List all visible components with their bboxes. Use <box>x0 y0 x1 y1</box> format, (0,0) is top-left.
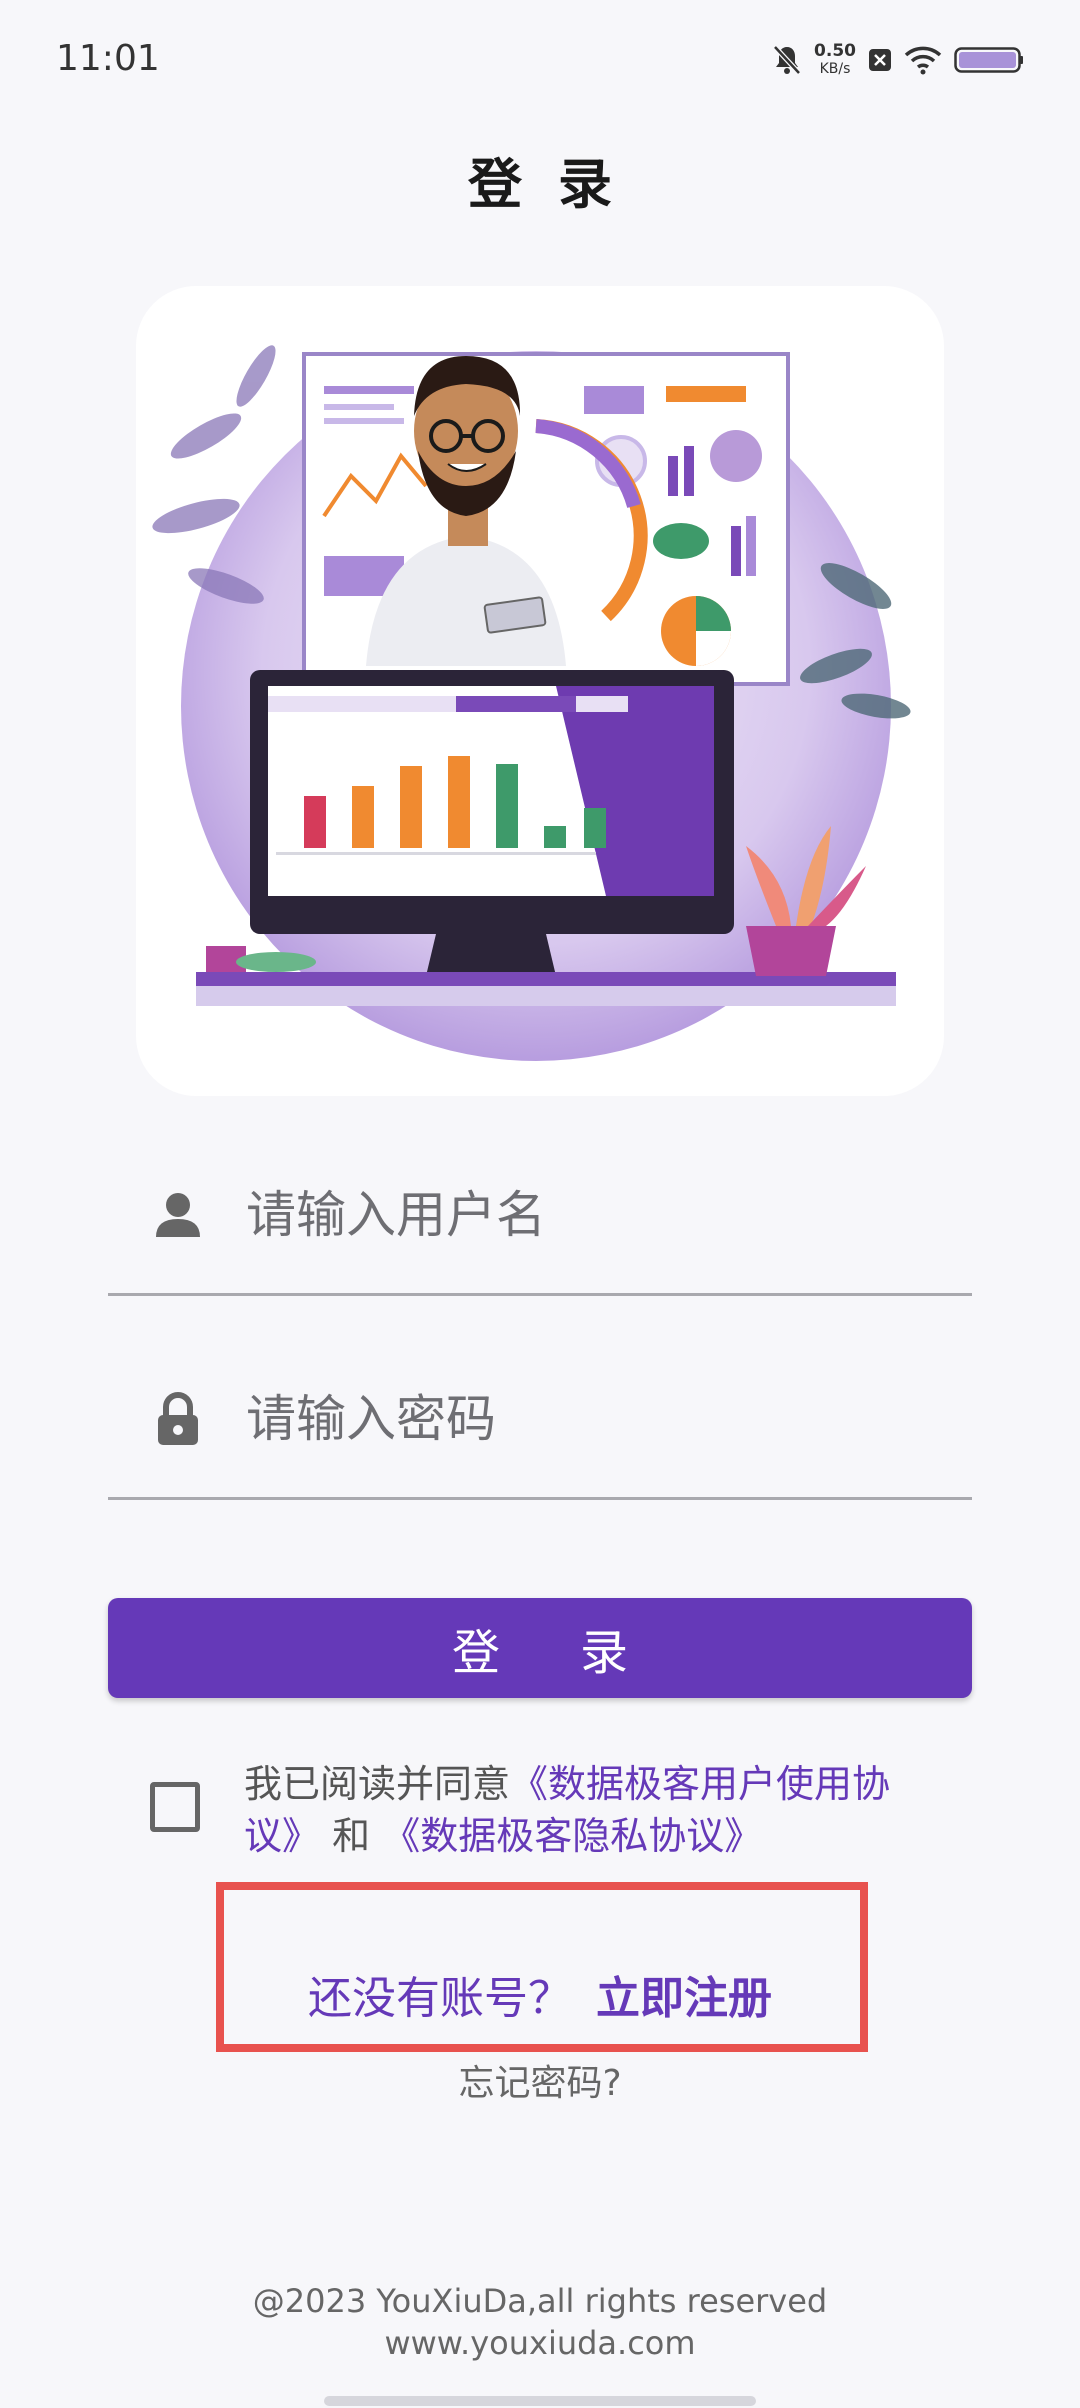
status-bar: 11:01 0.50 KB/s <box>0 0 1080 120</box>
register-prompt: 还没有账号？ <box>308 1973 572 2024</box>
footer: @2023 YouXiuDa,all rights reserved www.y… <box>0 2280 1080 2364</box>
login-button[interactable]: 登录 <box>108 1598 972 1698</box>
mute-icon <box>772 44 802 76</box>
page-title: 登录 <box>468 153 648 216</box>
home-indicator[interactable] <box>324 2396 756 2406</box>
wifi-icon <box>904 45 942 75</box>
network-speed-value: 0.50 <box>814 41 856 61</box>
agreement-prefix: 我已阅读并同意 <box>244 1762 511 1806</box>
forgot-password-link[interactable]: 忘记密码? <box>0 2054 1080 2106</box>
status-icons: 0.50 KB/s <box>772 42 1024 78</box>
user-icon <box>150 1187 206 1243</box>
network-speed-unit: KB/s <box>819 61 851 77</box>
register-row: 还没有账号？ 立即注册 <box>0 1962 1080 2026</box>
battery-icon <box>954 45 1024 75</box>
status-time: 11:01 <box>56 38 160 79</box>
username-field[interactable] <box>108 1136 972 1296</box>
agreement-checkbox[interactable] <box>150 1782 200 1832</box>
password-input[interactable] <box>244 1340 944 1497</box>
register-link[interactable]: 立即注册 <box>596 1973 772 2024</box>
agreement-conjunction: 和 <box>332 1814 371 1858</box>
password-field[interactable] <box>108 1340 972 1500</box>
privacy-policy-link[interactable]: 《数据极客隐私协议》 <box>382 1814 762 1858</box>
analytics-illustration-image <box>152 345 911 1061</box>
lock-icon <box>150 1391 206 1447</box>
close-box-icon <box>868 46 892 74</box>
agreement-text: 我已阅读并同意《数据极客用户使用协议》 和 《数据极客隐私协议》 <box>244 1758 944 1862</box>
network-speed: 0.50 KB/s <box>814 42 856 78</box>
hero-illustration <box>136 286 944 1096</box>
username-input[interactable] <box>244 1136 944 1293</box>
footer-website: www.youxiuda.com <box>384 2324 696 2362</box>
footer-copyright: @2023 YouXiuDa,all rights reserved <box>252 2282 828 2320</box>
